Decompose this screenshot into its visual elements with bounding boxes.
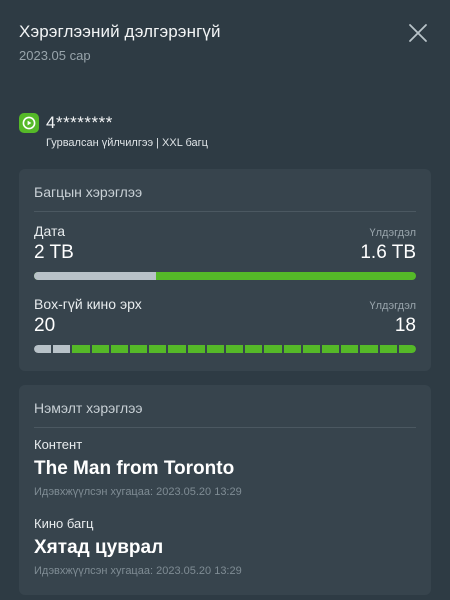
page-header: Хэрэглээний дэлгэрэнгүй 2023.05 сар xyxy=(19,22,431,63)
movie-segment xyxy=(206,345,225,353)
data-total: 2 TB xyxy=(34,242,74,263)
movie-usage: Box-гүй кино эрх Үлдэгдэл 20 18 xyxy=(34,296,416,353)
movie-segment xyxy=(72,345,90,353)
extra-item-content: Контент The Man from Toronto Идэвхжүүлсэ… xyxy=(34,437,416,498)
extra-usage-card: Нэмэлт хэрэглээ Контент The Man from Tor… xyxy=(19,385,431,595)
account-info: 4******** Гурвалсан үйлчилгээ | XXL багц xyxy=(19,113,431,149)
page-title: Хэрэглээний дэлгэрэнгүй xyxy=(19,22,221,41)
extra-item-activated: Идэвхжүүлсэн хугацаа: 2023.05.20 13:29 xyxy=(34,486,242,498)
data-remaining-label: Үлдэгдэл xyxy=(369,227,416,239)
movie-segment xyxy=(226,345,244,353)
movie-segment xyxy=(130,345,148,353)
extra-item-activated: Идэвхжүүлсэн хугацаа: 2023.05.20 13:29 xyxy=(34,565,242,577)
period-subtitle: 2023.05 сар xyxy=(19,48,91,63)
movie-segment xyxy=(302,345,321,353)
movie-segment xyxy=(322,345,340,353)
package-usage-title: Багцын хэрэглээ xyxy=(34,184,143,200)
extra-item-label: Кино багц xyxy=(34,516,94,531)
data-usage: Дата Үлдэгдэл 2 TB 1.6 TB xyxy=(34,223,416,280)
close-button[interactable] xyxy=(407,22,429,44)
divider xyxy=(34,427,416,428)
movie-segment xyxy=(398,345,416,353)
movie-segment xyxy=(149,345,167,353)
movie-segment xyxy=(245,345,263,353)
data-remaining: 1.6 TB xyxy=(360,242,416,263)
movie-segment xyxy=(264,345,282,353)
divider xyxy=(34,211,416,212)
package-usage-card: Багцын хэрэглээ Дата Үлдэгдэл 2 TB 1.6 T… xyxy=(19,169,431,371)
extra-item-label: Контент xyxy=(34,437,83,452)
movie-segment xyxy=(34,345,52,353)
movie-segment xyxy=(168,345,186,353)
movie-segment xyxy=(91,345,109,353)
account-plan: Гурвалсан үйлчилгээ | XXL багц xyxy=(46,137,208,149)
movie-segment xyxy=(53,345,71,353)
extra-usage-title: Нэмэлт хэрэглээ xyxy=(34,400,143,416)
data-used-fill xyxy=(34,272,157,280)
movie-segment xyxy=(360,345,378,353)
movie-total: 20 xyxy=(34,315,56,336)
close-icon xyxy=(409,24,427,42)
account-number: 4******** xyxy=(46,113,113,132)
extra-item-value: The Man from Toronto xyxy=(34,458,235,479)
movie-segment xyxy=(283,345,301,353)
movie-segment xyxy=(379,345,397,353)
extra-item-value: Хятад цуврал xyxy=(34,537,164,558)
extra-item-movie-package: Кино багц Хятад цуврал Идэвхжүүлсэн хуга… xyxy=(34,516,416,577)
movie-usage-label: Box-гүй кино эрх xyxy=(34,296,142,312)
movie-segment-bar xyxy=(34,345,416,353)
data-usage-label: Дата xyxy=(34,223,66,239)
data-progress-bar xyxy=(34,272,416,280)
movie-remaining: 18 xyxy=(394,315,416,336)
play-icon xyxy=(19,113,39,133)
movie-remaining-label: Үлдэгдэл xyxy=(369,300,416,312)
movie-segment xyxy=(341,345,359,353)
movie-segment xyxy=(110,345,129,353)
movie-segment xyxy=(187,345,205,353)
